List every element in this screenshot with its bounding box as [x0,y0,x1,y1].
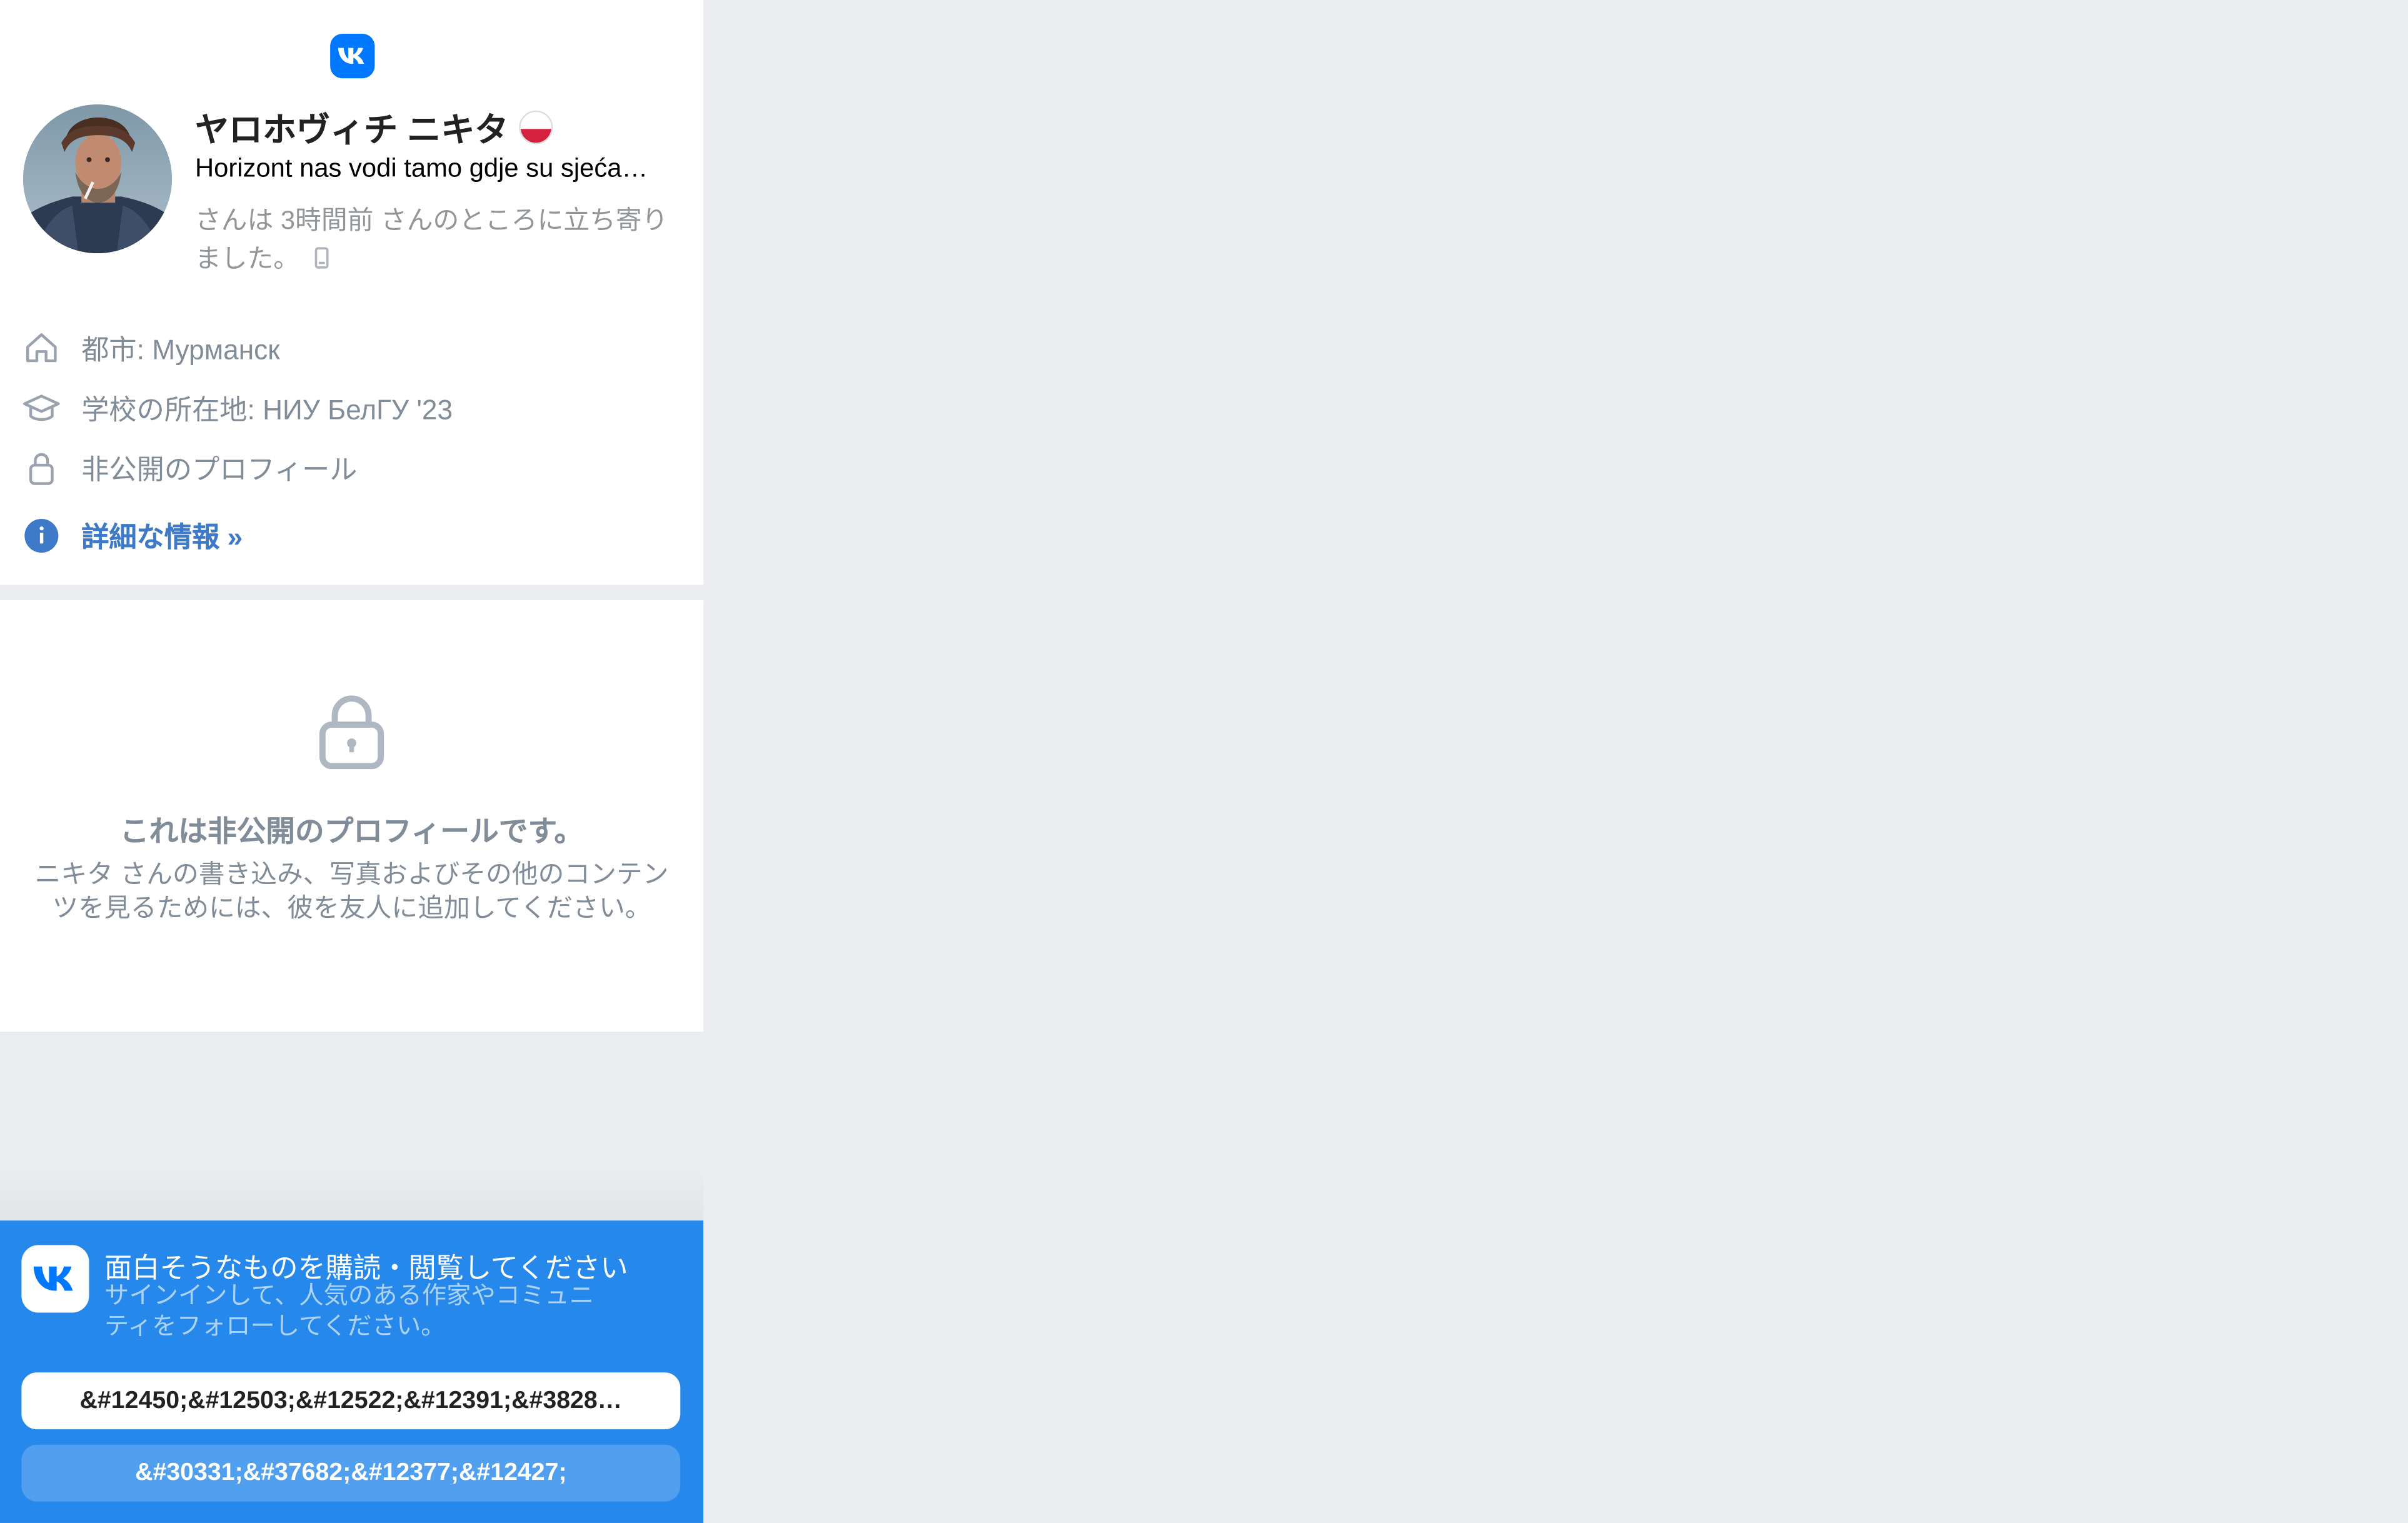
signin-button-label: &#12450;&#12503;&#12522;&#12391;&#3828… [79,1387,623,1414]
info-school: 学校の所在地: НИУ БелГУ '23 [21,388,453,428]
mobile-phone-icon [314,241,329,279]
banner-title: 面白そうなものを購読・閲覧してください [104,1252,628,1284]
lock-icon [21,448,61,488]
private-profile-text: ニキタ さんの書き込み、写真およびその他のコンテンツを見るためには、彼を友人に追… [34,860,669,923]
profile-card: ヤロホヴィチ ニキタ Horizont nas vodi tamo gdje s… [0,0,704,585]
school-text: 学校の所在地: НИУ БелГУ '23 [81,395,453,426]
privacy-text: 非公開のプロフィール [81,454,358,485]
vk-logo-icon[interactable] [330,34,375,79]
graduation-cap-icon [21,388,61,428]
profile-status: Horizont nas vodi tamo gdje su sjeća… [194,153,648,183]
home-icon [21,328,61,368]
more-info-link[interactable]: 詳細な情報 » [21,516,243,556]
info-privacy: 非公開のプロフィール [21,448,358,488]
vk-logo-icon [21,1245,89,1313]
name-row: ヤロホヴィチ ニキタ [195,104,553,151]
banner-subtitle: サインインして、人気のある作家やコミュニティをフォローしてください。 [104,1283,594,1340]
private-profile-card: これは非公開のプロフィールです。 ニキタ さんの書き込み、写真およびその他のコン… [0,600,704,1032]
signin-banner: 面白そうなものを購読・閲覧してください サインインして、人気のある作家やコミュニ… [0,1220,704,1523]
last-seen-text: さんは 3時間前 さんのところに立ち寄りました。 [194,206,668,274]
profile-name: ヤロホヴィチ ニキタ [194,110,509,149]
city-text: 都市: Мурманск [81,334,280,366]
register-button-label: &#30331;&#37682;&#12377;&#12427; [135,1459,567,1485]
private-profile-title: これは非公開のプロフィールです。 [119,817,584,849]
poland-flag-icon [519,110,553,144]
profile-avatar[interactable] [23,104,173,254]
last-seen: さんは 3時間前 さんのところに立ち寄りました。 [195,201,679,279]
register-button[interactable]: &#30331;&#37682;&#12377;&#12427; [21,1444,681,1502]
lock-large-icon [318,695,386,777]
signin-button[interactable]: &#12450;&#12503;&#12522;&#12391;&#3828… [21,1372,681,1430]
info-city: 都市: Мурманск [21,328,280,368]
info-icon [21,516,61,556]
banner-shadow [0,1167,704,1221]
more-info-text: 詳細な情報 » [81,521,243,553]
